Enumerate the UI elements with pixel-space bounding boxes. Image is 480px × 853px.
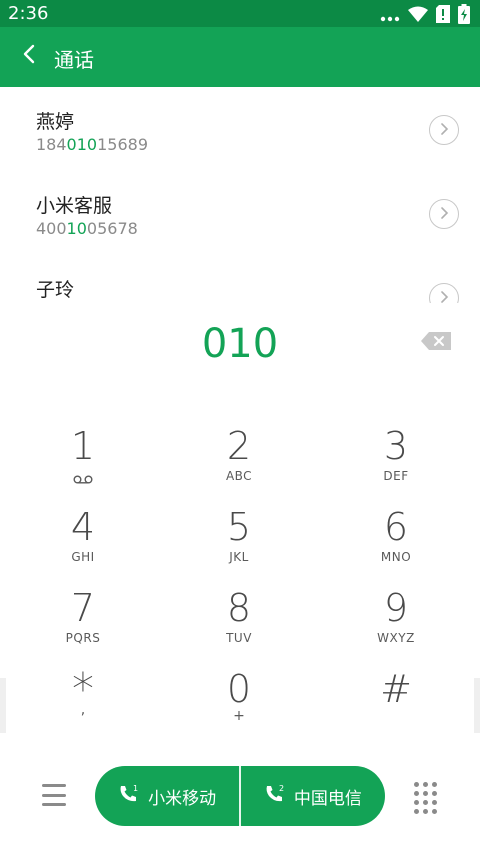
key-9[interactable]: 9 WXYZ [316,577,476,657]
back-button[interactable] [14,41,44,71]
contact-detail-button[interactable] [429,283,459,303]
key-digit: 9 [383,586,409,630]
key-6[interactable]: 6 MNO [316,496,476,576]
page-title: 通话 [54,48,94,72]
menu-button[interactable] [36,780,72,810]
dialpad-icon [414,782,419,787]
key-digit: 8 [226,586,252,630]
chevron-right-circle-icon [439,205,449,224]
contact-item[interactable]: 燕婷 18401015689 [0,87,480,171]
key-4[interactable]: 4 GHI [3,496,163,576]
key-digit: 3 [383,424,409,468]
contact-detail-button[interactable] [429,115,459,145]
call-sim1-label: 小米移动 [148,788,217,809]
key-digit: 0 [226,667,252,711]
key-letters: + [233,708,245,724]
backspace-icon [421,332,451,354]
sim-alert-icon [436,5,450,27]
phone-icon: 2 [264,784,286,809]
key-letters: , [80,702,86,718]
phone-icon: 1 [118,784,140,809]
svg-text:2: 2 [279,784,284,793]
back-arrow-icon [22,44,36,68]
wifi-icon [408,6,428,26]
call-sim2-button[interactable]: 2 中国电信 [241,766,385,826]
contact-number: 4001005678 [36,219,138,238]
signal-dots-icon [380,7,400,26]
key-5[interactable]: 5 JKL [159,496,319,576]
key-star[interactable]: * , [3,658,163,738]
dialpad: 1 2 ABC 3 DEF 4 GHI 5 JKL 6 MNO 7 PQRS 8… [0,415,480,735]
dialed-number: 010 [201,321,279,367]
call-button-group: 1 小米移动 2 中国电信 [95,766,385,826]
contact-name: 燕婷 [36,111,75,133]
contact-item[interactable]: 子玲 [0,255,480,303]
key-letters: MNO [380,550,412,564]
key-letters: ABC [225,469,253,483]
bottom-action-bar: 1 小米移动 2 中国电信 [0,735,480,853]
edge-shade [0,678,6,733]
key-digit: 2 [226,424,252,468]
status-bar: 2:36 [0,0,480,27]
app-header: 通话 [0,27,480,87]
dial-display: 010 [0,303,480,393]
key-digit: 5 [226,505,252,549]
divider [239,766,241,826]
chevron-right-circle-icon [439,121,449,140]
key-digit: 7 [70,586,96,630]
voicemail-icon [73,469,93,488]
contact-detail-button[interactable] [429,199,459,229]
chevron-right-circle-icon [439,289,449,304]
status-time: 2:36 [8,3,49,24]
dialpad-toggle-button[interactable] [414,782,438,814]
key-digit: 1 [70,424,96,468]
battery-charging-icon [458,4,470,28]
key-0[interactable]: 0 + [159,658,319,738]
key-7[interactable]: 7 PQRS [3,577,163,657]
menu-icon [42,784,66,787]
edge-shade [474,678,480,733]
key-letters: DEF [383,469,409,483]
contact-item[interactable]: 小米客服 4001005678 [0,171,480,255]
contact-number: 18401015689 [36,135,148,154]
contact-results-list: 燕婷 18401015689 小米客服 4001005678 子玲 [0,87,480,303]
call-sim2-label: 中国电信 [293,788,362,809]
call-sim1-button[interactable]: 1 小米移动 [95,766,239,826]
key-3[interactable]: 3 DEF [316,415,476,495]
key-1[interactable]: 1 [3,415,163,495]
key-letters: GHI [71,550,95,564]
key-hash[interactable]: # [316,658,476,738]
key-letters: TUV [226,631,252,645]
key-digit: # [380,667,412,711]
key-digit: 6 [383,505,409,549]
contact-name: 子玲 [36,279,75,301]
key-2[interactable]: 2 ABC [159,415,319,495]
key-digit: 4 [70,505,96,549]
backspace-button[interactable] [420,331,452,355]
key-8[interactable]: 8 TUV [159,577,319,657]
svg-text:1: 1 [133,784,138,793]
key-letters: PQRS [65,631,101,645]
key-letters: WXYZ [377,631,415,645]
status-icons [380,4,470,28]
contact-name: 小米客服 [36,195,113,217]
key-letters: JKL [229,550,249,564]
